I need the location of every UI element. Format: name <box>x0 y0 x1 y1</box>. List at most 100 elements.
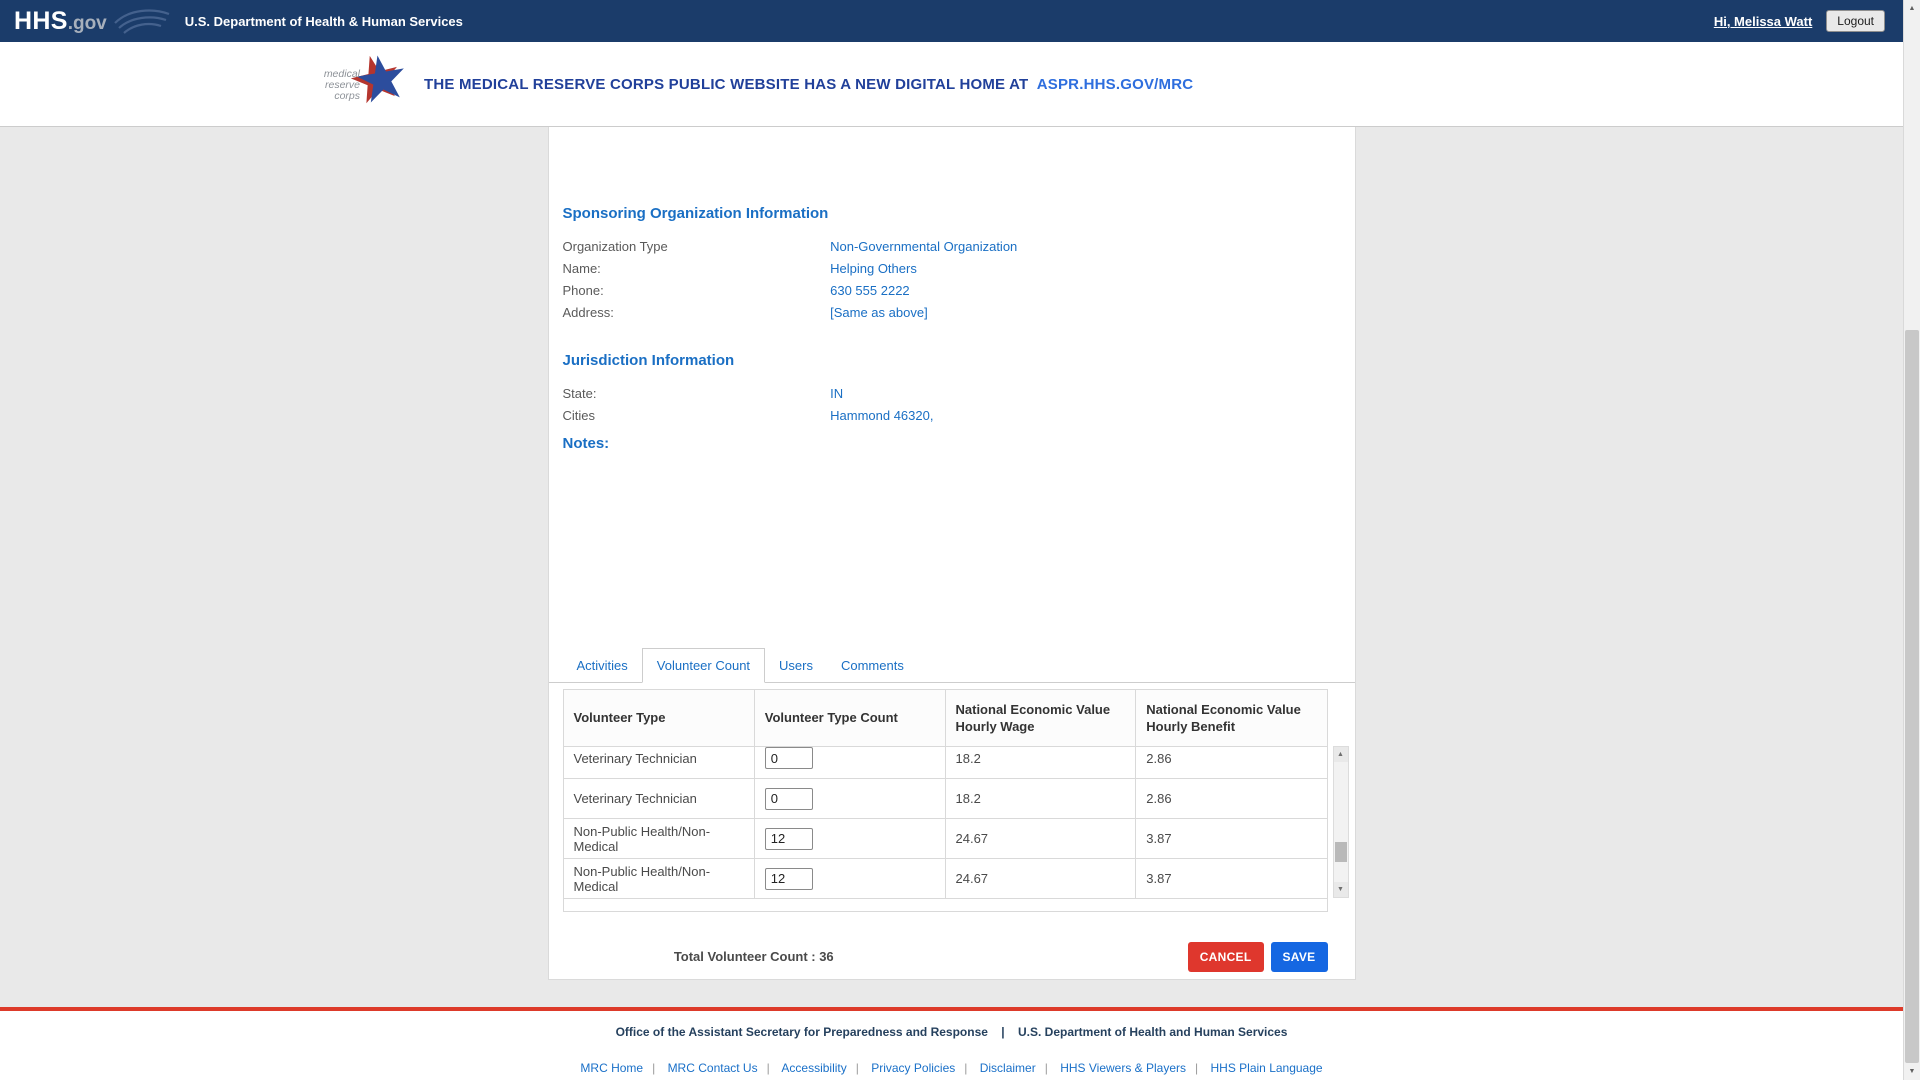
banner-message-text: THE MEDICAL RESERVE CORPS PUBLIC WEBSITE… <box>424 75 1029 93</box>
footer: Office of the Assistant Secretary for Pr… <box>0 1011 1903 1075</box>
cancel-button[interactable]: CANCEL <box>1187 941 1264 972</box>
table-scrollbar-thumb[interactable] <box>1334 842 1347 862</box>
hourly-wage-cell: 24.67 <box>945 818 1137 859</box>
footer-link-mrc-home[interactable]: MRC Home <box>580 1061 643 1075</box>
table-row: Non-Public Health/Non-Medical 24.67 3.87 <box>563 818 1327 859</box>
volunteer-type-cell: Non-Public Health/Non-Medical <box>563 818 755 859</box>
field-label: Phone: <box>562 283 604 298</box>
organization-phone-value[interactable]: 630 555 2222 <box>830 283 910 298</box>
mrc-logo-wordmark: medical reserve corps <box>308 69 360 102</box>
col-header-volunteer-type: Volunteer Type <box>563 690 755 747</box>
volunteer-count-cell <box>754 858 946 899</box>
page: HHS .gov U.S. Department of Health & Hum… <box>0 0 1903 1080</box>
table-row: Veterinary Technician 18.2 2.86 <box>563 778 1327 819</box>
action-buttons: CANCEL SAVE <box>1187 941 1328 972</box>
footer-link-accessibility[interactable]: Accessibility <box>781 1061 846 1075</box>
scrollbar-up-icon[interactable]: ▲ <box>1904 0 1920 17</box>
main-content: Sponsoring Organization Information Orga… <box>0 127 1903 1007</box>
footer-link-privacy-policies[interactable]: Privacy Policies <box>871 1061 955 1075</box>
hourly-benefit-cell: 2.86 <box>1135 778 1327 819</box>
state-value[interactable]: IN <box>830 386 843 401</box>
volunteer-count-table: Volunteer Type Volunteer Type Count Nati… <box>562 689 1328 912</box>
mrc-wordmark-line: corps <box>334 90 360 102</box>
scrollbar-down-icon[interactable]: ▼ <box>1904 1063 1920 1080</box>
hhs-logo-suffix: .gov <box>67 12 107 34</box>
tab-comments[interactable]: Comments <box>827 649 918 682</box>
footer-link-separator: | <box>766 1061 770 1075</box>
field-row-name: Name: Helping Others <box>563 258 1328 280</box>
hhs-eagle-icon <box>113 7 171 35</box>
field-row-organization-type: Organization Type Non-Governmental Organ… <box>563 236 1328 258</box>
hourly-wage-cell: 24.67 <box>945 858 1137 899</box>
tab-volunteer-count[interactable]: Volunteer Count <box>641 648 766 683</box>
save-button[interactable]: SAVE <box>1270 941 1328 972</box>
tab-activities[interactable]: Activities <box>563 649 642 682</box>
hourly-benefit-cell: 3.87 <box>1135 818 1327 859</box>
footer-link-hhs-viewers-players[interactable]: HHS Viewers & Players <box>1060 1061 1186 1075</box>
organization-type-value[interactable]: Non-Governmental Organization <box>830 239 1017 254</box>
footer-link-mrc-contact-us[interactable]: MRC Contact Us <box>668 1061 758 1075</box>
footer-office-line: Office of the Assistant Secretary for Pr… <box>0 1025 1903 1039</box>
organization-address-value[interactable]: [Same as above] <box>830 305 928 320</box>
user-greeting-link[interactable]: Hi, Melissa Watt <box>1714 14 1812 29</box>
volunteer-count-cell <box>754 746 946 779</box>
table-scrollbar-track[interactable] <box>1334 762 1348 882</box>
table-body-scroll-area[interactable]: Veterinary Technician 18.2 2.86 Veter <box>563 746 1327 899</box>
field-label: Address: <box>562 305 614 320</box>
volunteer-type-cell: Veterinary Technician <box>563 746 755 779</box>
total-volunteer-count: Total Volunteer Count : 36 <box>673 949 834 964</box>
hourly-benefit-cell: 3.87 <box>1135 858 1327 899</box>
footer-links: MRC Home | MRC Contact Us | Accessibility |… <box>0 1061 1903 1075</box>
organization-detail-card: Sponsoring Organization Information Orga… <box>547 127 1356 980</box>
tab-users[interactable]: Users <box>765 649 827 682</box>
table-row: Veterinary Technician 18.2 2.86 <box>563 746 1327 779</box>
volunteer-count-input[interactable] <box>764 787 813 810</box>
jurisdiction-section: Jurisdiction Information State: IN Citie… <box>563 352 1328 452</box>
hhs-logo[interactable]: HHS .gov <box>14 7 107 36</box>
footer-link-hhs-plain-language[interactable]: HHS Plain Language <box>1211 1061 1323 1075</box>
logout-button[interactable]: Logout <box>1826 10 1885 32</box>
hourly-benefit-cell: 2.86 <box>1135 746 1327 779</box>
sponsoring-org-title: Sponsoring Organization Information <box>562 205 829 222</box>
volunteer-type-cell: Veterinary Technician <box>563 778 755 819</box>
tab-bar: Activities Volunteer Count Users Comment… <box>548 648 1355 683</box>
browser-scrollbar[interactable]: ▲ ▼ <box>1903 0 1920 1080</box>
footer-link-separator: | <box>964 1061 968 1075</box>
mrc-logo: medical reserve corps ★ ★ <box>308 39 415 123</box>
organization-name-value[interactable]: Helping Others <box>830 261 917 276</box>
banner-link[interactable]: ASPR.HHS.GOV/MRC <box>1037 76 1194 93</box>
col-header-volunteer-type-count: Volunteer Type Count <box>754 690 946 747</box>
table-empty-strip <box>563 898 1327 911</box>
volunteer-count-cell <box>754 818 946 859</box>
scroll-up-icon[interactable]: ▲ <box>1333 747 1348 762</box>
top-bar-right: Hi, Melissa Watt Logout <box>1714 10 1885 32</box>
footer-separator: | <box>1001 1025 1005 1039</box>
cities-value[interactable]: Hammond 46320, <box>830 408 933 423</box>
hourly-wage-cell: 18.2 <box>945 778 1137 819</box>
field-label: State: <box>562 386 597 401</box>
scroll-down-icon[interactable]: ▼ <box>1333 882 1348 897</box>
footer-link-separator: | <box>652 1061 656 1075</box>
hourly-wage-cell: 18.2 <box>945 746 1137 779</box>
volunteer-count-cell <box>754 778 946 819</box>
field-label: Organization Type <box>562 239 668 254</box>
footer-link-disclaimer[interactable]: Disclaimer <box>980 1061 1036 1075</box>
hhs-logo-text: HHS <box>14 6 68 35</box>
footer-link-separator: | <box>1044 1061 1048 1075</box>
table-scrollbar[interactable]: ▲ ▼ <box>1332 746 1349 898</box>
field-row-cities: Cities Hammond 46320, <box>563 405 1328 427</box>
table-header-row: Volunteer Type Volunteer Type Count Nati… <box>563 690 1327 747</box>
col-header-nev-hourly-wage: National Economic Value Hourly Wage <box>945 690 1137 747</box>
volunteer-count-input[interactable] <box>764 867 813 890</box>
scrollbar-thumb[interactable] <box>1905 330 1919 1063</box>
footer-dept-text: U.S. Department of Health and Human Serv… <box>1018 1025 1288 1039</box>
volunteer-count-input[interactable] <box>764 827 813 850</box>
footer-link-separator: | <box>855 1061 859 1075</box>
col-header-nev-hourly-benefit: National Economic Value Hourly Benefit <box>1135 690 1327 747</box>
volunteer-count-input[interactable] <box>764 747 813 770</box>
field-row-phone: Phone: 630 555 2222 <box>563 280 1328 302</box>
jurisdiction-title: Jurisdiction Information <box>562 352 735 369</box>
sponsoring-org-section: Sponsoring Organization Information Orga… <box>563 205 1328 324</box>
notes-label: Notes: <box>562 435 610 452</box>
table-row: Non-Public Health/Non-Medical 24.67 3.87 <box>563 858 1327 899</box>
